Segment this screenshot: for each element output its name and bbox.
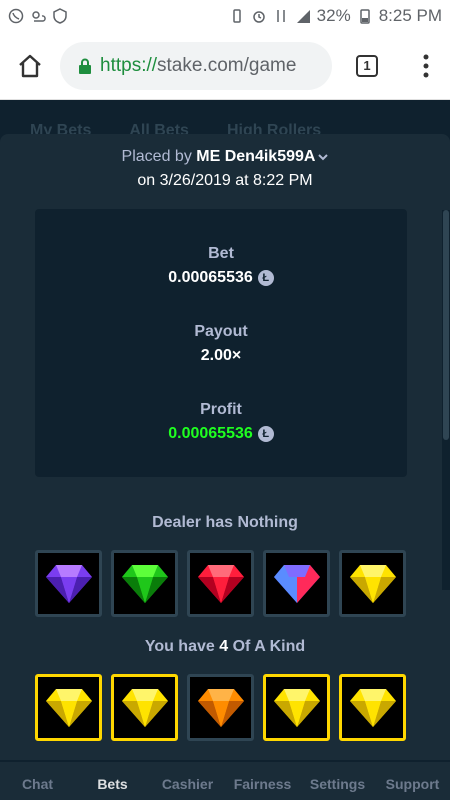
alarm-icon — [252, 11, 265, 23]
dealer-card — [187, 550, 254, 617]
vibrate-icon — [232, 9, 241, 23]
url-scheme: https:// — [100, 54, 158, 76]
data-icon — [276, 10, 285, 22]
bet-date: on 3/26/2019 at 8:22 PM — [137, 172, 313, 189]
profit-label: Profit — [200, 401, 242, 418]
bet-details-modal: Placed by ME Den4ik599A on 3/26/2019 at … — [0, 134, 450, 760]
yellow-gem-icon — [349, 688, 396, 727]
payout-value: 2.00× — [200, 347, 242, 364]
viber-icon — [8, 8, 24, 24]
nav-support[interactable]: Support — [375, 762, 450, 800]
purple-gem-icon — [45, 564, 92, 603]
dealer-hand — [35, 550, 409, 617]
nav-bets[interactable]: Bets — [75, 762, 150, 800]
player-card — [187, 674, 254, 741]
payout-value-row: 2.00× — [35, 347, 407, 365]
bet-value: 0.00065536 — [168, 269, 253, 286]
yellow-gem-icon — [273, 688, 320, 727]
battery-icon — [359, 9, 370, 24]
status-bar: 32% 8:25 PM — [0, 0, 450, 32]
bet-label: Bet — [208, 245, 234, 262]
payout-stat: Payout 2.00× — [35, 323, 407, 365]
profit-stat: Profit 0.00065536 Ł — [35, 401, 407, 443]
nav-settings[interactable]: Settings — [300, 762, 375, 800]
player-title-prefix: You have — [144, 638, 215, 655]
bet-stats-panel: Bet 0.00065536 Ł Payout 2.00× Profit 0.00… — [35, 209, 407, 477]
home-icon — [19, 54, 41, 77]
yellow-gem-icon — [45, 688, 92, 727]
url-text: stake.com/game — [157, 54, 297, 76]
dealer-card — [35, 550, 102, 617]
chevron-down-icon[interactable] — [318, 152, 329, 162]
bottom-navigation: Chat Bets Cashier Fairness Settings Support — [0, 762, 450, 800]
signal-icon — [296, 10, 310, 23]
nav-cashier[interactable]: Cashier — [150, 762, 225, 800]
placed-by-label: Placed by — [121, 148, 192, 165]
placed-by-line: Placed by ME Den4ik599A — [0, 148, 450, 166]
browser-toolbar: https://stake.com/game 1 — [0, 32, 450, 100]
url-bar[interactable]: https://stake.com/game — [60, 41, 332, 90]
player-card — [35, 674, 102, 741]
payout-label: Payout — [194, 323, 248, 340]
red-gem-icon — [197, 564, 244, 603]
profit-value: 0.00065536 — [168, 425, 253, 442]
dealer-hand-title: Dealer has Nothing — [152, 514, 298, 531]
player-card — [263, 674, 330, 741]
bet-stat: Bet 0.00065536 Ł — [35, 245, 407, 287]
lock-icon — [79, 58, 91, 74]
player-title-suffix: Of A Kind — [232, 638, 306, 655]
clock: 8:25 PM — [378, 6, 442, 25]
tab-count: 1 — [356, 54, 378, 77]
shield-icon — [53, 8, 67, 24]
dealer-card — [263, 550, 330, 617]
player-card — [111, 674, 178, 741]
orange-gem-icon — [197, 688, 244, 727]
username-link[interactable]: Den4ik599A — [225, 148, 316, 165]
me-tag: ME — [196, 148, 221, 165]
more-vert-icon — [423, 54, 429, 77]
green-gem-icon — [121, 564, 168, 603]
browser-menu-button[interactable] — [402, 32, 450, 100]
yellow-gem-icon — [121, 688, 168, 727]
dealer-card — [339, 550, 406, 617]
player-card — [339, 674, 406, 741]
weather-icon — [32, 11, 46, 22]
player-hand-title: You have 4 Of A Kind — [0, 638, 450, 656]
home-button[interactable] — [0, 32, 60, 100]
battery-percent: 32% — [316, 6, 351, 25]
player-hand — [35, 674, 409, 741]
yellow-gem-icon — [349, 564, 396, 603]
scrollbar-thumb[interactable] — [443, 210, 449, 440]
blue-red-gem-icon — [273, 564, 320, 603]
bet-value-row: 0.00065536 Ł — [35, 269, 407, 287]
litecoin-icon: Ł — [257, 426, 274, 442]
nav-fairness[interactable]: Fairness — [225, 762, 300, 800]
tab-switcher-button[interactable]: 1 — [332, 32, 402, 100]
nav-chat[interactable]: Chat — [0, 762, 75, 800]
player-title-num: 4 — [219, 638, 229, 655]
profit-value-row: 0.00065536 Ł — [35, 425, 407, 443]
dealer-card — [111, 550, 178, 617]
litecoin-icon: Ł — [257, 270, 274, 286]
